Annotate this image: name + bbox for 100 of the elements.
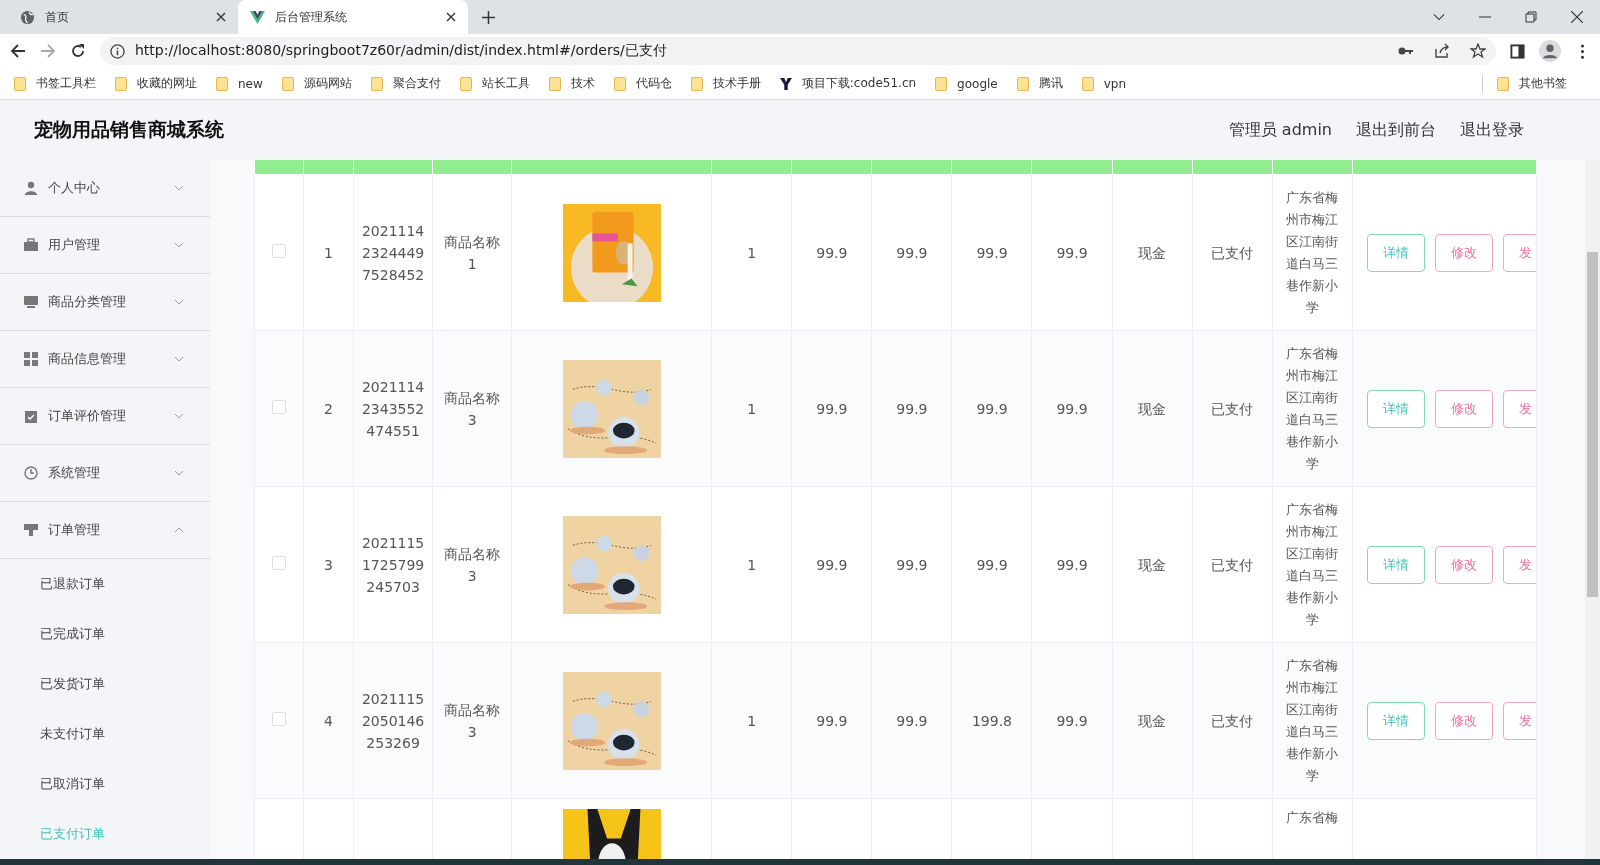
new-tab-icon[interactable]: [482, 11, 495, 24]
folder-icon: [935, 76, 948, 91]
table-cell-text: 2021115 1725799 245703: [361, 533, 425, 597]
close-icon[interactable]: [1571, 11, 1583, 23]
bookmark[interactable]: 技术: [548, 75, 595, 92]
submenu-item[interactable]: 已完成订单: [0, 609, 210, 659]
table-cell-text: 99.9: [896, 711, 928, 731]
folder-icon: [1016, 76, 1029, 91]
bookmark[interactable]: 聚合支付: [370, 75, 441, 92]
bookmark[interactable]: 源码网站: [281, 75, 352, 92]
folder-icon: [1497, 76, 1509, 91]
bookmark[interactable]: 项目下载:code51.cn: [779, 75, 917, 92]
bookmark[interactable]: new: [216, 76, 263, 91]
chevron-down-icon[interactable]: [1433, 11, 1445, 23]
table-cell-text: 现金: [1138, 399, 1167, 419]
restore-icon[interactable]: [1525, 11, 1537, 23]
table-cell-text: 99.9: [976, 243, 1008, 263]
table-cell-text: 1: [747, 399, 757, 419]
table-cell-text: 广东省梅州市梅江区江南街道白马三巷作新小学: [1286, 344, 1339, 473]
table-cell-text: 现金: [1138, 243, 1167, 263]
submenu-item[interactable]: 已发货订单: [0, 659, 210, 709]
folder-icon: [370, 76, 383, 91]
table-cell-text: 现金: [1138, 711, 1167, 731]
table-cell-text: 99.9: [816, 711, 848, 731]
share-icon[interactable]: [1434, 43, 1450, 59]
url-text: http://localhost:8080/springboot7z60r/admin/dist/index.html#/orders/已支付: [135, 42, 667, 60]
tab-title: 首页: [45, 8, 70, 26]
close-icon[interactable]: [446, 12, 456, 22]
table-cell-text: 商品名称 3: [444, 700, 501, 742]
table-cell-text: 99.9: [1056, 243, 1088, 263]
table-cell-text: 3: [324, 555, 333, 575]
bookmark[interactable]: 收藏的网址: [115, 75, 197, 92]
bookmark[interactable]: vpn: [1081, 76, 1127, 91]
y-logo-icon: [779, 76, 792, 91]
folder-icon: [613, 76, 626, 91]
table-cell-text: 99.9: [896, 555, 928, 575]
table-cell-text: 广东省梅州市梅江区江南街道白马三巷作新小学: [1286, 500, 1339, 629]
star-icon[interactable]: [1470, 43, 1486, 59]
row-checkbox[interactable]: [272, 556, 286, 570]
clock-icon: [24, 466, 38, 480]
folder-icon: [281, 76, 294, 91]
folder-icon: [459, 76, 472, 91]
reload-icon[interactable]: [70, 43, 86, 59]
scrollbar[interactable]: [0, 859, 1600, 865]
table-cell-text: 99.9: [816, 243, 848, 263]
info-icon: [110, 43, 125, 59]
header-link[interactable]: 退出到前台: [1356, 119, 1436, 141]
globe-icon: [20, 9, 35, 25]
submenu-item[interactable]: 未支付订单: [0, 709, 210, 759]
table-cell-text: 99.9: [816, 555, 848, 575]
table-cell-text: 2: [324, 399, 333, 419]
table-cell-text: 2021114 2343552 474551: [361, 377, 425, 441]
table-cell-text: 1: [324, 243, 333, 263]
bookmark[interactable]: 其他书签: [1497, 75, 1567, 92]
table-cell-text: 现金: [1138, 555, 1167, 575]
monitor-icon: [24, 295, 38, 309]
header-link[interactable]: 退出登录: [1460, 119, 1524, 141]
bookmark[interactable]: google: [935, 76, 998, 91]
briefcase-icon: [24, 238, 38, 252]
close-icon[interactable]: [216, 12, 226, 22]
clipboard-icon: [24, 409, 38, 423]
tab-title: 后台管理系统: [275, 8, 348, 26]
table-cell-text: 广东省梅州市梅江区江南街道白马三巷作新小学: [1286, 656, 1339, 785]
table-cell-text: 99.9: [1056, 399, 1088, 419]
admin-label: 管理员 admin: [1228, 119, 1332, 141]
browser-tab[interactable]: 首页: [8, 0, 238, 34]
row-checkbox[interactable]: [272, 400, 286, 414]
bookmark[interactable]: 站长工具: [459, 75, 530, 92]
table-cell-text: 商品名称 1: [444, 232, 501, 274]
bookmark[interactable]: 技术手册: [690, 75, 761, 92]
table-cell-text: 商品名称 3: [444, 544, 501, 586]
submenu-item[interactable]: 已退款订单: [0, 559, 210, 609]
back-icon[interactable]: [10, 43, 26, 59]
bookmark[interactable]: 书签工具栏: [14, 75, 96, 92]
table-cell-text: 2021114 2324449 7528452: [361, 221, 425, 285]
table-cell-text: 2021115 2050146 253269: [361, 689, 425, 753]
table-cell-text: 99.9: [1056, 711, 1088, 731]
profile-icon[interactable]: [1539, 40, 1561, 62]
table-cell-text: 99.9: [976, 555, 1008, 575]
table-cell-text: 4: [324, 711, 333, 731]
table-cell-text: 1: [747, 555, 757, 575]
folder-icon: [216, 76, 228, 91]
scrollbar[interactable]: [1585, 160, 1600, 859]
table-cell-text: 商品名称 3: [444, 388, 501, 430]
table-cell-text: 广东省梅州市梅江区江南街道白马三巷作新小学: [1286, 188, 1339, 317]
table-cell-text: 1: [747, 243, 757, 263]
table-cell-text: 已支付: [1211, 243, 1254, 263]
address-bar[interactable]: http://localhost:8080/springboot7z60r/admin/dist/index.html#/orders/已支付: [100, 37, 1496, 65]
table-cell-text: 99.9: [896, 243, 928, 263]
person-icon: [24, 181, 38, 195]
browser-tab[interactable]: 后台管理系统: [238, 0, 468, 34]
table-cell-text: 99.9: [976, 399, 1008, 419]
bookmark[interactable]: 腾讯: [1016, 75, 1063, 92]
row-checkbox[interactable]: [272, 712, 286, 726]
side-panel-icon[interactable]: [1510, 43, 1525, 59]
row-checkbox[interactable]: [272, 244, 286, 258]
submenu-item[interactable]: 已取消订单: [0, 759, 210, 809]
bookmark[interactable]: 代码仓: [613, 75, 672, 92]
table-cell-text: 广东省梅: [1286, 809, 1339, 827]
table-cell-text: 99.9: [896, 399, 928, 419]
